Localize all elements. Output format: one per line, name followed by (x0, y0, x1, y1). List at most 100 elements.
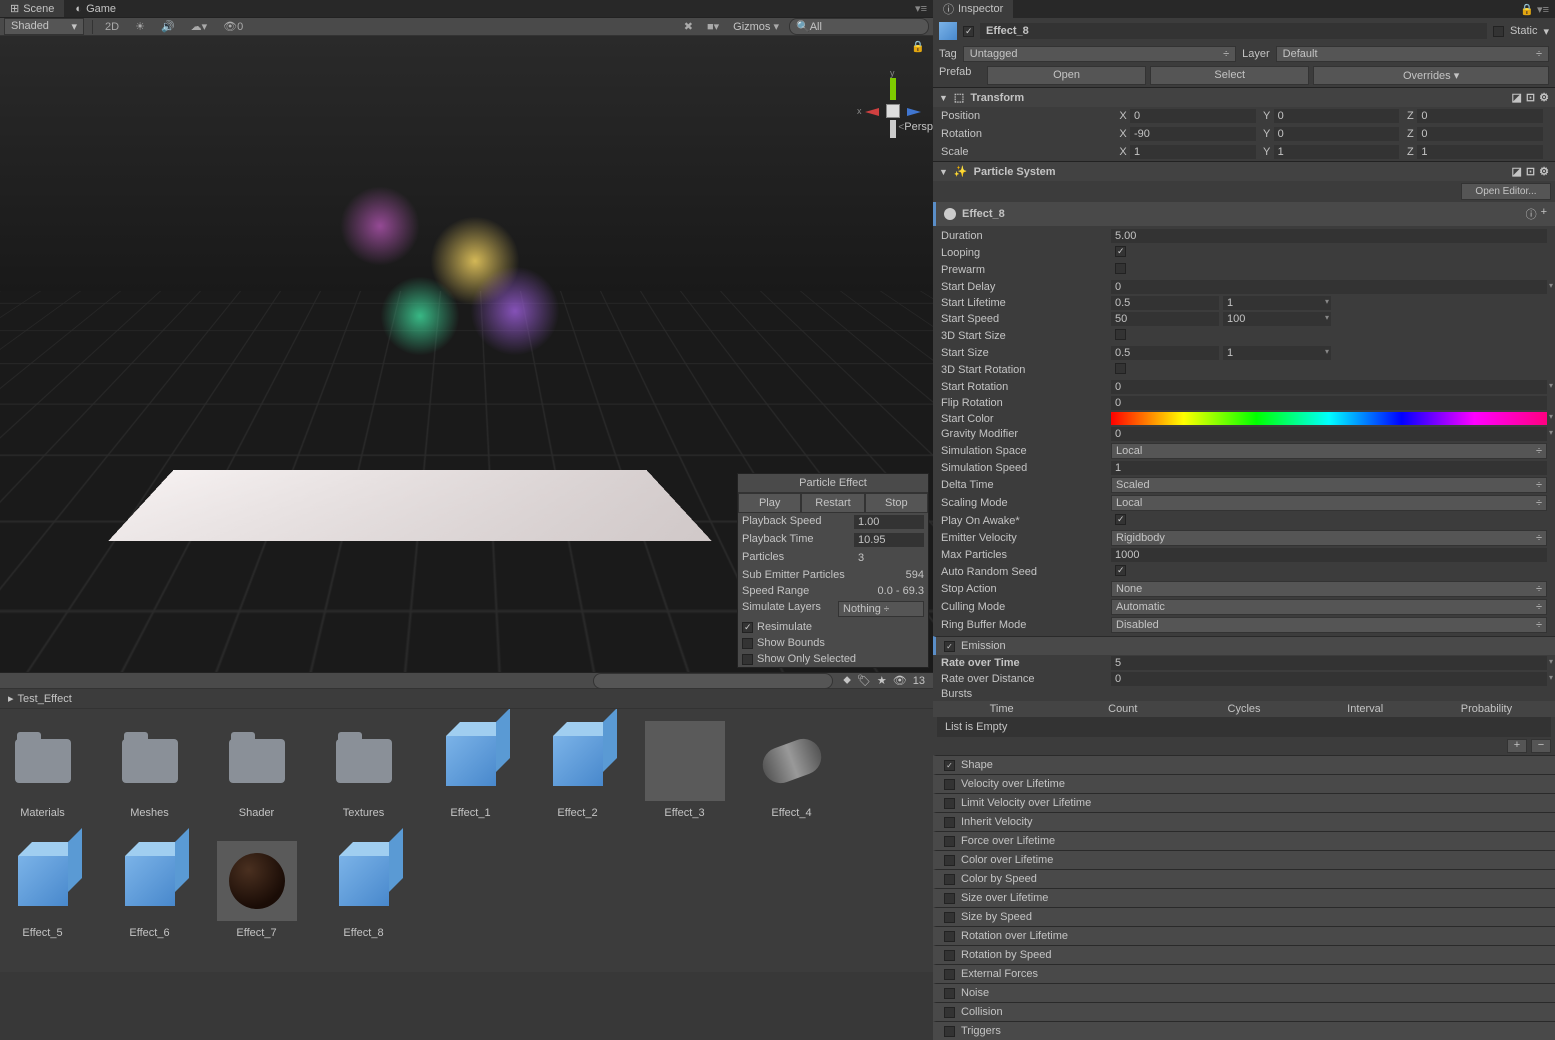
scl-x-field[interactable]: 1 (1130, 145, 1256, 159)
layer-dropdown[interactable]: Default÷ (1276, 46, 1549, 62)
prop-field[interactable]: 5.00 (1111, 229, 1547, 243)
module-checkbox[interactable] (944, 931, 955, 942)
rate-over-time-field[interactable]: 5 (1111, 656, 1547, 670)
prop-dropdown[interactable]: Rigidbody÷ (1111, 530, 1547, 546)
prop-dropdown[interactable]: Automatic÷ (1111, 599, 1547, 615)
asset-item[interactable]: Meshes (107, 721, 192, 819)
lighting-toggle[interactable]: ☀ (131, 20, 149, 33)
rate-over-distance-field[interactable]: 0 (1111, 672, 1547, 686)
gear-icon[interactable]: ⚙ (1539, 91, 1549, 104)
static-checkbox[interactable] (1493, 26, 1504, 37)
prop-dropdown[interactable]: Local÷ (1111, 495, 1547, 511)
prop-field[interactable]: 0.5 (1111, 296, 1219, 310)
module-checkbox[interactable] (944, 969, 955, 980)
tools-icon[interactable]: ✖ (680, 20, 697, 33)
ps-main-module-header[interactable]: Effect_8 ⓘ+ (933, 202, 1555, 226)
shading-mode-dropdown[interactable]: Shaded ▾ (4, 18, 84, 35)
remove-burst-button[interactable]: − (1531, 739, 1551, 753)
pos-x-field[interactable]: 0 (1130, 109, 1256, 123)
module-header[interactable]: ✓Shape (933, 755, 1555, 774)
rot-z-field[interactable]: 0 (1417, 127, 1543, 141)
module-checkbox[interactable] (944, 950, 955, 961)
prop-checkbox[interactable] (1115, 329, 1126, 340)
prop-dropdown[interactable]: None÷ (1111, 581, 1547, 597)
label-icon[interactable]: 🏷 (857, 674, 871, 687)
prop-checkbox[interactable] (1115, 565, 1126, 576)
asset-item[interactable]: Effect_7 (214, 841, 299, 939)
asset-item[interactable]: Shader (214, 721, 299, 819)
star-icon[interactable]: ★ (877, 674, 887, 687)
audio-toggle[interactable]: 🔊 (157, 20, 179, 33)
rot-y-field[interactable]: 0 (1274, 127, 1400, 141)
filter-icon[interactable]: ⬥ (843, 674, 851, 687)
camera-icon[interactable]: ■▾ (703, 20, 723, 33)
tab-game[interactable]: ◐Game (65, 1, 126, 17)
module-header[interactable]: Inherit Velocity (933, 812, 1555, 831)
module-checkbox[interactable] (944, 988, 955, 999)
prop-field[interactable]: 1 (1111, 461, 1547, 475)
preset-icon[interactable]: ⊡ (1526, 165, 1535, 178)
prop-field[interactable]: 50 (1111, 312, 1219, 326)
hidden-toggle[interactable]: 👁0 (219, 20, 247, 33)
prop-checkbox[interactable] (1115, 363, 1126, 374)
asset-item[interactable]: Effect_1 (428, 721, 513, 819)
show-bounds-checkbox[interactable] (742, 638, 753, 649)
prefab-open-button[interactable]: Open (987, 66, 1146, 85)
plus-icon[interactable]: + (1541, 206, 1547, 222)
prop-field[interactable]: 1000 (1111, 548, 1547, 562)
module-checkbox[interactable]: ✓ (944, 760, 955, 771)
asset-item[interactable]: Effect_4 (749, 721, 834, 819)
prop-field[interactable]: 0.5 (1111, 346, 1219, 360)
show-only-selected-checkbox[interactable] (742, 654, 753, 665)
mode-2d-toggle[interactable]: 2D (101, 21, 123, 33)
module-checkbox[interactable] (944, 874, 955, 885)
prop-field[interactable]: 0 (1111, 380, 1547, 394)
inspector-menu-icon[interactable]: 🔒 ▾≡ (1520, 3, 1555, 16)
help-icon[interactable]: ◪ (1512, 165, 1522, 178)
module-header[interactable]: Size over Lifetime (933, 888, 1555, 907)
module-header[interactable]: Velocity over Lifetime (933, 774, 1555, 793)
gizmos-dropdown[interactable]: Gizmos ▾ (729, 20, 783, 33)
tab-menu-icon[interactable]: ▾≡ (915, 2, 933, 15)
asset-item[interactable]: Effect_2 (535, 721, 620, 819)
tab-inspector[interactable]: ⓘInspector (933, 0, 1013, 19)
resimulate-checkbox[interactable] (742, 622, 753, 633)
preset-icon[interactable]: ⊡ (1526, 91, 1535, 104)
prop-checkbox[interactable] (1115, 246, 1126, 257)
module-checkbox[interactable] (944, 1026, 955, 1037)
module-checkbox[interactable] (944, 1007, 955, 1018)
rot-x-field[interactable]: -90 (1130, 127, 1256, 141)
project-search[interactable] (593, 673, 833, 689)
perspective-label[interactable]: <Persp (898, 121, 933, 133)
module-checkbox[interactable] (944, 798, 955, 809)
module-checkbox[interactable] (944, 817, 955, 828)
pos-z-field[interactable]: 0 (1417, 109, 1543, 123)
prop-field[interactable]: 1 (1223, 346, 1331, 360)
pos-y-field[interactable]: 0 (1274, 109, 1400, 123)
module-header[interactable]: Rotation by Speed (933, 945, 1555, 964)
module-header[interactable]: Noise (933, 983, 1555, 1002)
module-checkbox[interactable] (944, 855, 955, 866)
asset-item[interactable]: Effect_8 (321, 841, 406, 939)
prop-field[interactable]: 1 (1223, 296, 1331, 310)
tag-dropdown[interactable]: Untagged÷ (963, 46, 1236, 62)
info-icon[interactable]: ⓘ (1526, 206, 1537, 222)
scl-y-field[interactable]: 1 (1274, 145, 1400, 159)
module-checkbox[interactable] (944, 912, 955, 923)
help-icon[interactable]: ◪ (1512, 91, 1522, 104)
module-header[interactable]: Collision (933, 1002, 1555, 1021)
prop-field[interactable]: 0 (1111, 396, 1547, 410)
module-header[interactable]: Force over Lifetime (933, 831, 1555, 850)
module-checkbox[interactable] (944, 893, 955, 904)
prop-dropdown[interactable]: Scaled÷ (1111, 477, 1547, 493)
module-header[interactable]: Rotation over Lifetime (933, 926, 1555, 945)
gear-icon[interactable]: ⚙ (1539, 165, 1549, 178)
transform-header[interactable]: ▼⬚ Transform ◪⊡⚙ (933, 88, 1555, 107)
playback-speed-field[interactable]: 1.00 (854, 515, 924, 529)
module-header[interactable]: Color by Speed (933, 869, 1555, 888)
lock-icon[interactable]: 🔒 (911, 40, 925, 53)
simulate-layers-dropdown[interactable]: Nothing ÷ (838, 601, 924, 617)
module-header[interactable]: External Forces (933, 964, 1555, 983)
add-burst-button[interactable]: + (1507, 739, 1527, 753)
prop-dropdown[interactable]: Local÷ (1111, 443, 1547, 459)
